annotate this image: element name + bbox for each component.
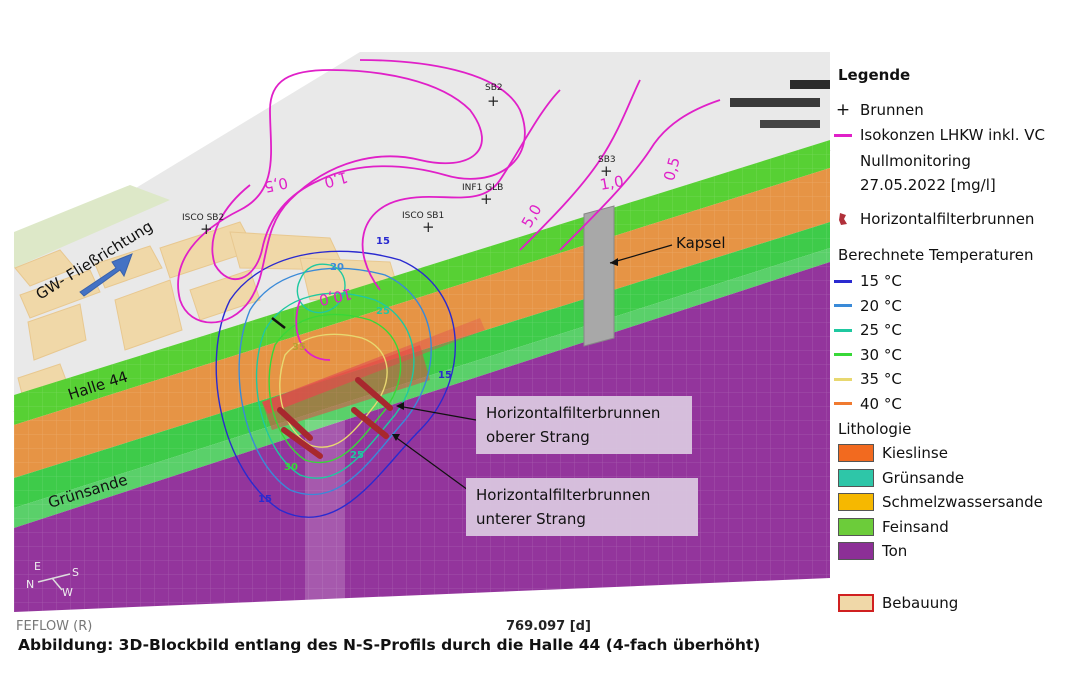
legend-litho-2: Schmelzwassersande — [832, 491, 1043, 513]
svg-text:+: + — [487, 92, 500, 110]
legend-temp-3: 30 °C — [832, 344, 902, 366]
svg-text:20: 20 — [330, 262, 344, 273]
legend-wells: + Brunnen — [832, 99, 924, 121]
svg-text:30: 30 — [284, 462, 298, 473]
svg-text:S: S — [72, 566, 79, 579]
legend-litho-title: Lithologie — [838, 420, 912, 438]
legend-temp-0: 15 °C — [832, 270, 902, 292]
plus-icon: + — [835, 100, 851, 120]
legend-temp-4: 35 °C — [832, 368, 902, 390]
legend-temp-2: 25 °C — [832, 319, 902, 341]
svg-text:+: + — [422, 218, 435, 236]
software-label: FEFLOW (R) — [16, 619, 92, 634]
svg-text:unterer Strang: unterer Strang — [476, 510, 586, 528]
svg-text:15: 15 — [258, 494, 272, 505]
svg-text:35: 35 — [292, 342, 306, 353]
legend-temps-title: Berechnete Temperaturen — [838, 246, 1034, 264]
kapsel-label: Kapsel — [676, 234, 726, 252]
svg-text:oberer Strang: oberer Strang — [486, 428, 590, 446]
well-icon — [832, 211, 854, 227]
figure-caption: Abbildung: 3D-Blockbild entlang des N-S-… — [18, 636, 761, 654]
legend-temp-5: 40 °C — [832, 393, 902, 415]
svg-text:25: 25 — [350, 450, 364, 461]
time-label: 769.097 [d] — [506, 619, 591, 634]
svg-text:W: W — [62, 586, 73, 599]
svg-text:+: + — [200, 220, 213, 238]
legend-litho-3: Feinsand — [832, 516, 949, 538]
legend-temp-1: 20 °C — [832, 295, 902, 317]
legend-litho-4: Ton — [832, 540, 907, 562]
svg-text:Horizontalfilterbrunnen: Horizontalfilterbrunnen — [486, 404, 660, 422]
legend-bebauung: Bebauung — [832, 592, 958, 614]
svg-text:15: 15 — [376, 236, 390, 247]
svg-text:Horizontalfilterbrunnen: Horizontalfilterbrunnen — [476, 486, 650, 504]
svg-text:+: + — [480, 190, 493, 208]
legend-hfb: Horizontalfilterbrunnen — [832, 208, 1034, 230]
legend-litho-0: Kieslinse — [832, 442, 948, 464]
svg-text:25: 25 — [376, 306, 390, 317]
legend-isoconc: Isokonzen LHKW inkl. VC — [832, 124, 1045, 146]
svg-text:N: N — [26, 578, 34, 591]
svg-text:E: E — [34, 560, 41, 573]
svg-text:15: 15 — [438, 370, 452, 381]
legend-title: Legende — [838, 66, 911, 84]
legend-litho-1: Grünsande — [832, 467, 964, 489]
kapsel — [583, 205, 615, 347]
